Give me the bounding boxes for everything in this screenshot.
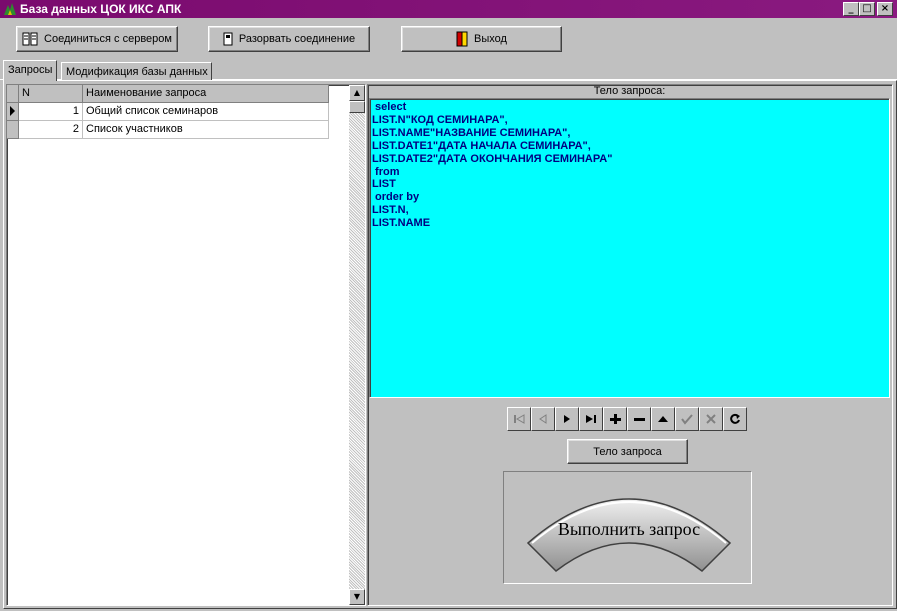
table-row-1-name[interactable]: Общий список семинаров <box>83 103 329 121</box>
nav-next-icon[interactable] <box>555 407 579 431</box>
column-header-n[interactable]: N <box>19 85 83 103</box>
query-body-text[interactable]: select LIST.N"КОД СЕМИНАРА", LIST.NAME"Н… <box>369 98 890 398</box>
execute-query-label: Выполнить запрос <box>557 519 701 539</box>
nav-delete-icon[interactable] <box>627 407 651 431</box>
table-row-2-n[interactable]: 2 <box>19 121 83 139</box>
nav-last-icon[interactable] <box>579 407 603 431</box>
query-body-button[interactable]: Тело запроса <box>567 439 688 464</box>
table-row-2-name[interactable]: Список участников <box>83 121 329 139</box>
nav-cancel-icon[interactable] <box>699 407 723 431</box>
scroll-up-arrow-icon[interactable]: ▲ <box>349 85 365 101</box>
tab-db-modification-label: Модификация базы данных <box>66 66 208 78</box>
queries-grid: N Наименование запроса 1 Общий список се… <box>6 84 366 606</box>
column-header-name[interactable]: Наименование запроса <box>83 85 329 103</box>
nav-insert-icon[interactable] <box>603 407 627 431</box>
grid-indicator-header <box>7 85 19 103</box>
connect-server-button[interactable]: Соединиться с сервером <box>16 26 178 52</box>
query-body-button-label: Тело запроса <box>593 445 662 458</box>
disconnect-button[interactable]: Разорвать соединение <box>208 26 370 52</box>
execute-query-button[interactable]: Выполнить запрос <box>524 485 734 577</box>
row-indicator[interactable] <box>7 103 19 121</box>
server-icon <box>22 32 38 46</box>
cell-name: Общий список семинаров <box>86 105 219 117</box>
minimize-button[interactable]: _ <box>843 2 859 16</box>
column-header-name-label: Наименование запроса <box>86 87 207 99</box>
connect-server-label: Соединиться с сервером <box>44 33 172 45</box>
column-header-n-label: N <box>22 87 30 99</box>
scroll-thumb[interactable] <box>349 101 365 113</box>
door-exit-icon <box>456 31 468 47</box>
disconnect-label: Разорвать соединение <box>238 33 356 45</box>
title-bar: База данных ЦОК ИКС АПК _ □ × <box>0 0 897 18</box>
app-icon <box>4 3 16 15</box>
exit-label: Выход <box>474 33 507 45</box>
current-row-arrow-icon <box>10 106 15 116</box>
cell-name: Список участников <box>86 123 183 135</box>
table-row-1-n[interactable]: 1 <box>19 103 83 121</box>
nav-first-icon[interactable] <box>507 407 531 431</box>
scroll-down-arrow-icon[interactable]: ▼ <box>349 589 365 605</box>
cell-n: 1 <box>72 105 79 117</box>
tab-queries-label: Запросы <box>8 64 53 76</box>
exit-button[interactable]: Выход <box>401 26 562 52</box>
nav-post-icon[interactable] <box>675 407 699 431</box>
query-body-header: Тело запроса: <box>593 85 666 97</box>
nav-refresh-icon[interactable] <box>723 407 747 431</box>
disconnect-icon <box>223 32 233 46</box>
close-button[interactable]: × <box>877 2 893 16</box>
nav-edit-icon[interactable] <box>651 407 675 431</box>
window-title: База данных ЦОК ИКС АПК <box>20 2 182 16</box>
cell-n: 2 <box>72 123 79 135</box>
nav-prior-icon[interactable] <box>531 407 555 431</box>
tab-queries[interactable]: Запросы <box>3 60 58 81</box>
row-indicator[interactable] <box>7 121 19 139</box>
grid-vertical-scrollbar[interactable]: ▲ ▼ <box>349 85 365 605</box>
maximize-button[interactable]: □ <box>859 2 875 16</box>
tab-db-modification[interactable]: Модификация базы данных <box>61 62 212 81</box>
